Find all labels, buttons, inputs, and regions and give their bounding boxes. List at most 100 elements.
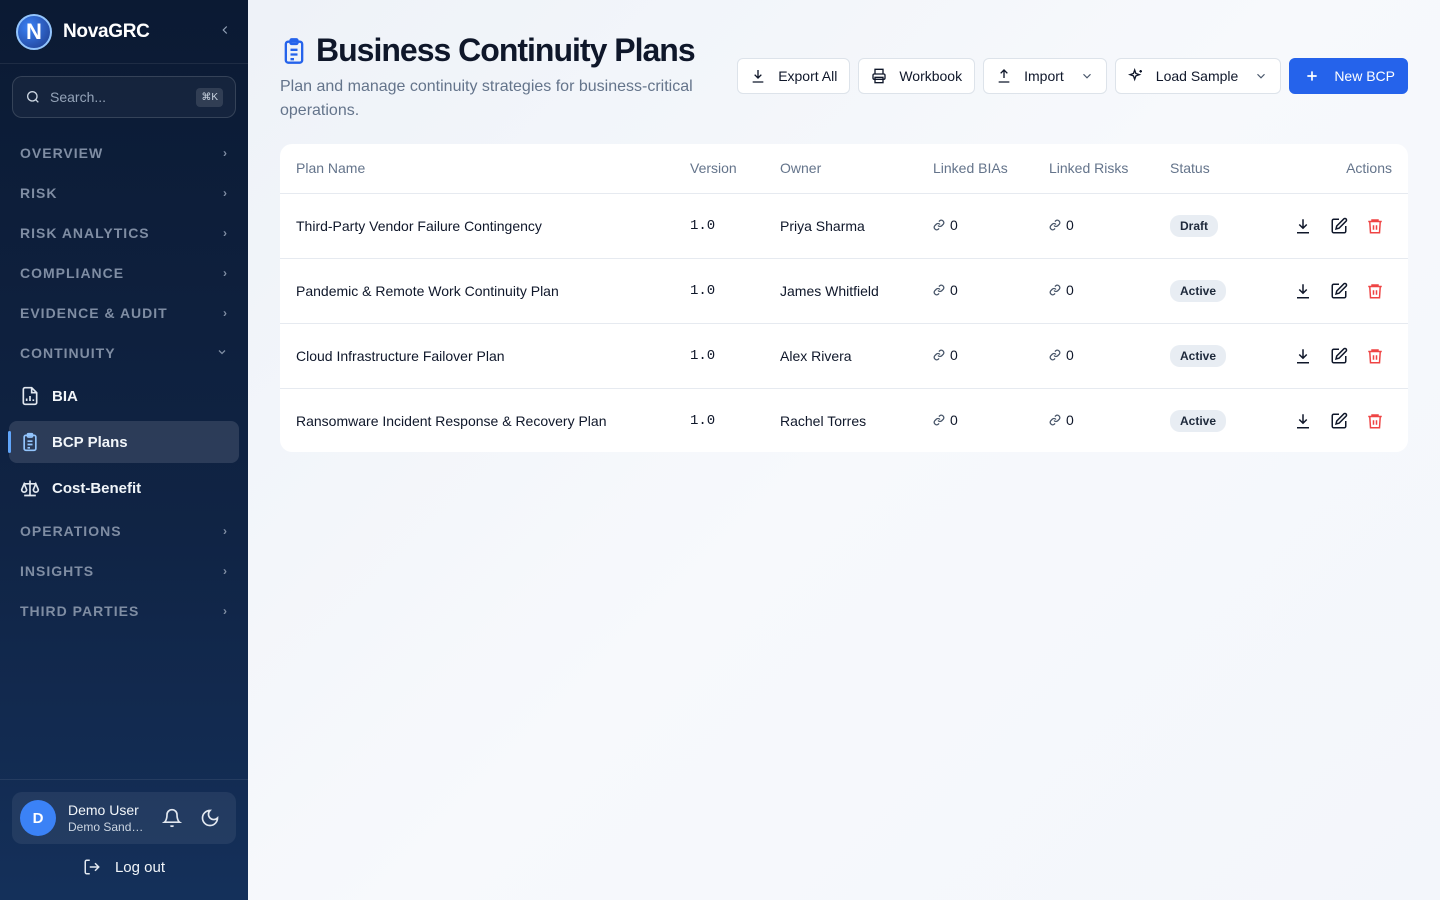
nav-section-label: COMPLIANCE [20,265,125,281]
nav-section-continuity[interactable]: CONTINUITY [0,333,248,373]
nav-section-third-parties[interactable]: THIRD PARTIES › [0,591,248,631]
download-icon[interactable] [1294,347,1312,365]
table-header-row: Plan Name Version Owner Linked BIAs Link… [280,144,1408,194]
sidebar-item-label: BIA [52,387,78,405]
table-row[interactable]: Pandemic & Remote Work Continuity Plan 1… [280,258,1408,324]
import-button[interactable]: Import [983,58,1107,94]
nav-section-evidence-audit[interactable]: EVIDENCE & AUDIT › [0,293,248,333]
edit-icon[interactable] [1330,217,1348,235]
edit-icon[interactable] [1330,412,1348,430]
linked-risks-value: 0 [1066,282,1074,298]
trash-icon[interactable] [1366,412,1384,430]
chevron-down-icon [1257,73,1266,79]
brand-name: NovaGRC [63,20,150,42]
chevron-right-icon: › [223,226,228,240]
column-header-actions: Actions [1258,144,1408,194]
export-all-button[interactable]: Export All [737,58,851,94]
column-header-plan-name[interactable]: Plan Name [280,144,674,194]
search-shortcut: ⌘K [196,87,223,107]
chevron-right-icon: › [223,524,228,538]
download-icon[interactable] [1294,282,1312,300]
trash-icon[interactable] [1366,217,1384,235]
import-label: Import [1024,68,1064,84]
table-row[interactable]: Third-Party Vendor Failure Contingency 1… [280,193,1408,259]
trash-icon[interactable] [1366,282,1384,300]
plan-owner: Alex Rivera [764,323,917,389]
linked-bias-cell: 0 [917,193,1033,259]
edit-icon[interactable] [1330,282,1348,300]
nav-section-operations[interactable]: OPERATIONS › [0,511,248,551]
export-all-label: Export All [778,68,838,84]
chevron-down-icon [1082,73,1091,79]
main-content: Business Continuity Plans Plan and manag… [248,0,1440,900]
table-row[interactable]: Cloud Infrastructure Failover Plan 1.0 A… [280,323,1408,389]
linked-risks-count[interactable]: 0 [1049,347,1074,363]
search-placeholder: Search... [50,89,107,105]
column-header-linked-bias[interactable]: Linked BIAs [917,144,1033,194]
nav-section-risk-analytics[interactable]: RISK ANALYTICS › [0,213,248,253]
linked-bias-count[interactable]: 0 [933,347,958,363]
nav-section-compliance[interactable]: COMPLIANCE › [0,253,248,293]
page-subtitle: Plan and manage continuity strategies fo… [280,78,693,119]
status-badge: Active [1170,344,1227,367]
plus-icon [1307,71,1317,81]
sidebar-item-cost-benefit[interactable]: Cost-Benefit [0,465,248,511]
nav-section-insights[interactable]: INSIGHTS › [0,551,248,591]
plan-name[interactable]: Ransomware Incident Response & Recovery … [280,388,674,452]
plan-name[interactable]: Cloud Infrastructure Failover Plan [280,323,674,389]
nav-section-label: OVERVIEW [20,145,104,161]
column-header-linked-risks[interactable]: Linked Risks [1033,144,1154,194]
nav-section-risk[interactable]: RISK › [0,173,248,213]
search-input[interactable]: Search... ⌘K [12,76,236,118]
linked-bias-cell: 0 [917,258,1033,324]
nav-section-label: THIRD PARTIES [20,603,140,619]
sidebar-item-bcp-plans[interactable]: BCP Plans [8,421,239,463]
linked-risks-count[interactable]: 0 [1049,217,1074,233]
linked-risks-value: 0 [1066,412,1074,429]
column-header-version[interactable]: Version [674,144,764,194]
linked-bias-count[interactable]: 0 [933,282,958,298]
bell-icon[interactable] [162,808,182,828]
linked-bias-count[interactable]: 0 [933,217,958,233]
link-icon [1049,349,1061,361]
status-badge: Active [1170,409,1227,432]
scale-icon [20,480,40,497]
trash-icon[interactable] [1366,347,1384,365]
linked-risks-value: 0 [1066,217,1074,233]
brand-logo[interactable]: N [16,13,52,50]
linked-risks-count[interactable]: 0 [1049,412,1074,428]
plan-owner: James Whitfield [764,258,917,324]
column-header-owner[interactable]: Owner [764,144,917,194]
workbook-label: Workbook [899,68,963,84]
link-icon [1049,414,1061,426]
search-icon [27,91,39,103]
plan-owner: Rachel Torres [780,412,867,429]
row-actions [1258,388,1408,452]
download-icon[interactable] [1294,217,1312,235]
plan-name[interactable]: Third-Party Vendor Failure Contingency [280,193,674,259]
table-row[interactable]: Ransomware Incident Response & Recovery … [280,388,1408,452]
plan-name[interactable]: Pandemic & Remote Work Continuity Plan [280,258,674,324]
workbook-button[interactable]: Workbook [858,58,976,94]
link-icon [933,349,945,361]
new-bcp-button[interactable]: New BCP [1289,58,1408,94]
logout-button[interactable]: Log out [0,858,248,876]
linked-risks-count[interactable]: 0 [1049,282,1074,298]
collapse-sidebar-icon[interactable] [218,23,232,40]
download-icon[interactable] [1294,412,1312,430]
page-actions: Export All Workbook Import Load Sample N… [737,58,1408,94]
linked-bias-cell: 0 [917,323,1033,389]
nav-section-overview[interactable]: OVERVIEW › [0,133,248,173]
plan-version: 1.0 [690,412,716,429]
bar-chart-file-icon [22,386,38,406]
user-card[interactable]: D Demo User Demo Sandbox [12,792,236,844]
sidebar-item-bia[interactable]: BIA [0,373,248,419]
moon-icon[interactable] [200,808,220,828]
linked-bias-count[interactable]: 0 [933,412,958,428]
edit-icon[interactable] [1330,347,1348,365]
chevron-right-icon: › [223,266,228,280]
link-icon [933,284,945,296]
column-header-status[interactable]: Status [1154,144,1258,194]
brand-header: N NovaGRC [0,0,248,64]
load-sample-button[interactable]: Load Sample [1114,58,1282,94]
